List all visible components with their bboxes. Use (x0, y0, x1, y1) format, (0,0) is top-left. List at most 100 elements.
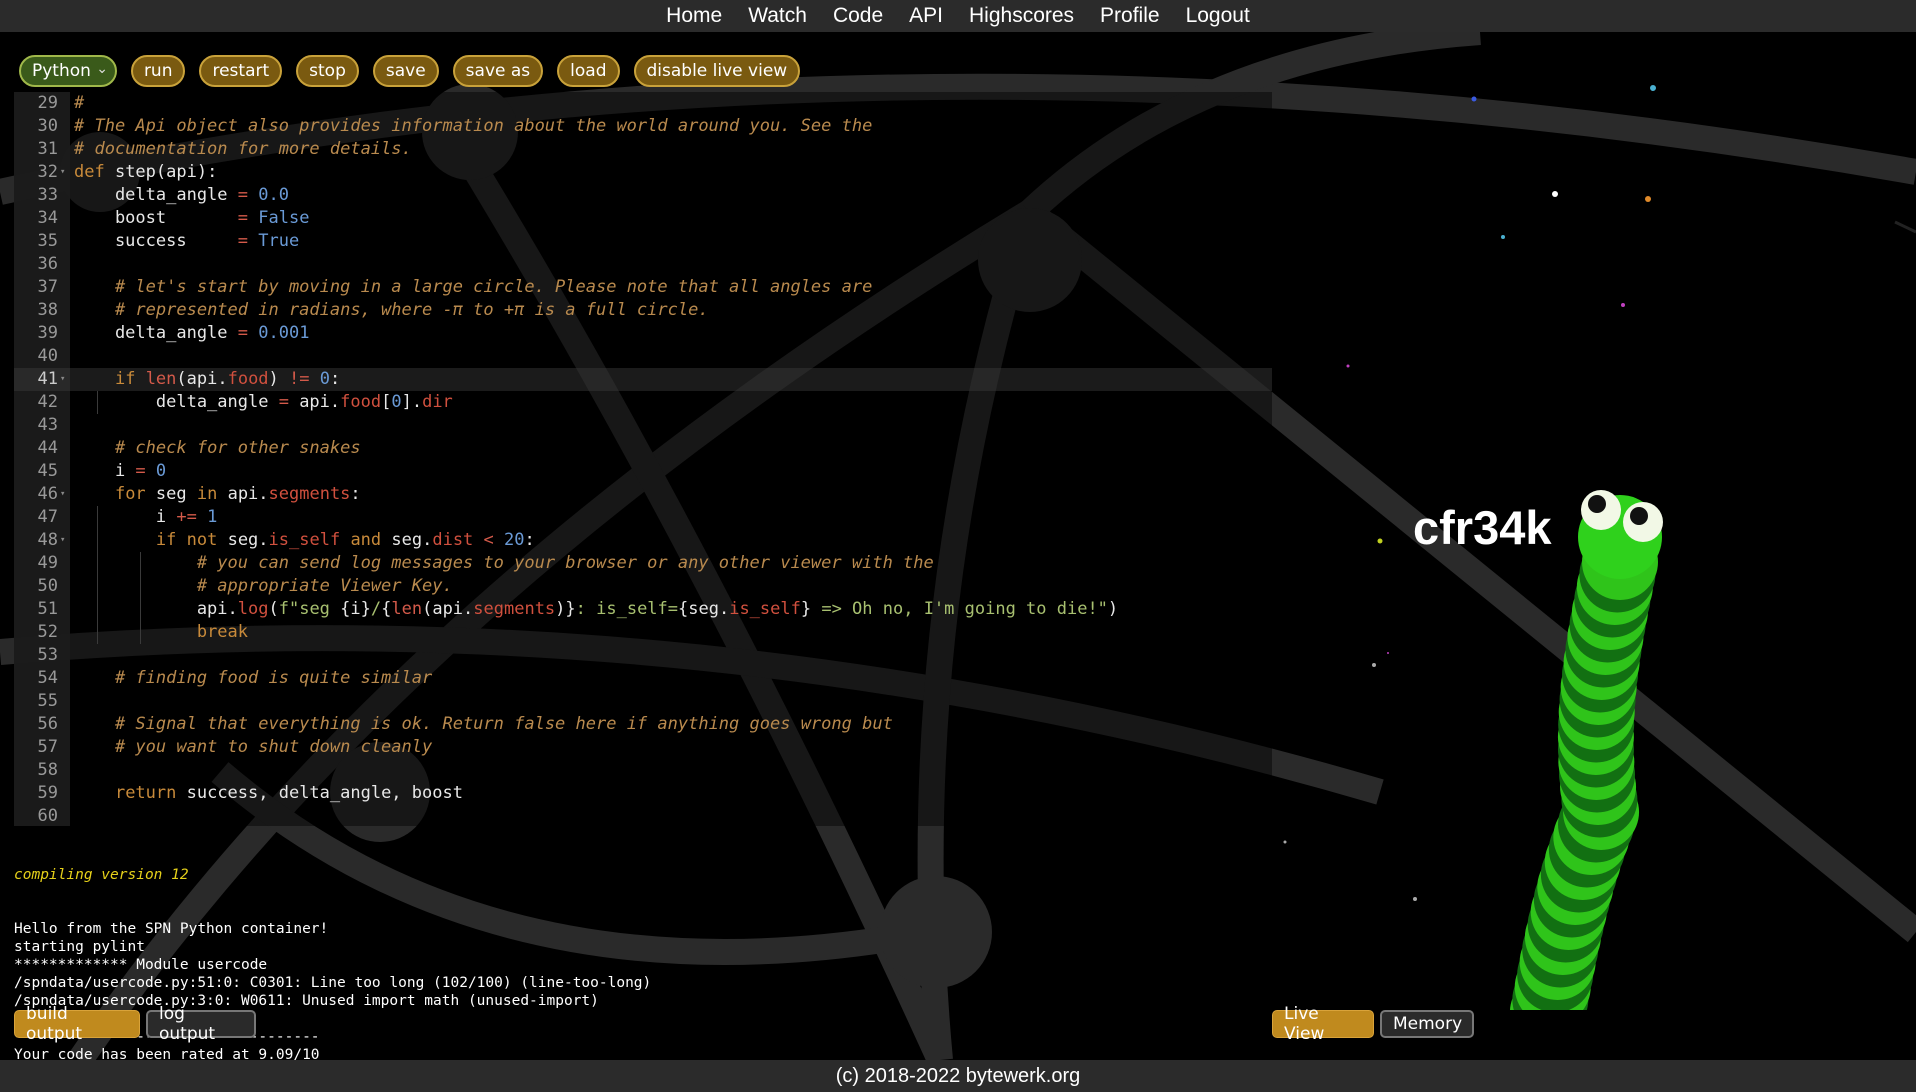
code-line[interactable]: 35 success = True (14, 230, 1272, 253)
line-number: 56 (37, 714, 58, 734)
code-text: delta_angle = 0.001 (74, 323, 310, 343)
line-number: 53 (37, 645, 58, 665)
code-line[interactable]: 29 # (14, 92, 1272, 115)
fold-toggle-icon[interactable]: ▾ (60, 161, 65, 184)
tab-log-output[interactable]: log output (146, 1004, 256, 1044)
indent-guide (97, 506, 98, 529)
code-text: def step(api): (74, 162, 218, 182)
code-line[interactable]: 36 (14, 253, 1272, 276)
code-line[interactable]: 49 # you can send log messages to your b… (14, 552, 1272, 575)
indent-guide (140, 621, 141, 644)
code-line[interactable]: 56 # Signal that everything is ok. Retur… (14, 713, 1272, 736)
console-line: ************* Module usercode (14, 957, 268, 973)
code-text: # finding food is quite similar (114, 668, 433, 688)
disable-live-view-button[interactable]: disable live view (633, 55, 801, 87)
code-text: # check for other snakes (114, 438, 361, 458)
line-number: 49 (37, 553, 58, 573)
code-line[interactable]: 57 # you want to shut down cleanly (14, 736, 1272, 759)
code-line[interactable]: 39 delta_angle = 0.001 (14, 322, 1272, 345)
nav-profile[interactable]: Profile (1100, 4, 1160, 28)
fold-toggle-icon[interactable]: ▾ (60, 529, 65, 552)
code-line[interactable]: 51 api.log(f"seg {i}/{len(api.segments)}… (14, 598, 1272, 621)
code-line[interactable]: 52 break (14, 621, 1272, 644)
line-number: 43 (37, 415, 58, 435)
code-line[interactable]: 50 # appropriate Viewer Key. (14, 575, 1272, 598)
tab-build-output[interactable]: build output (14, 1004, 140, 1044)
run-button[interactable]: run (130, 55, 186, 87)
code-line[interactable]: 46 ▾ for seg in api.segments: (14, 483, 1272, 506)
code-text: delta_angle = api.food[0].dir (74, 392, 453, 412)
top-nav: Home Watch Code API Highscores Profile L… (0, 0, 1916, 32)
fold-toggle-icon[interactable]: ▾ (60, 483, 65, 506)
load-button[interactable]: load (557, 55, 620, 87)
code-text: boost = False (74, 208, 310, 228)
build-output-console: compiling version 12 Hello from the SPN … (14, 830, 1274, 1082)
code-line[interactable]: 44 # check for other snakes (14, 437, 1272, 460)
code-text: for seg in api.segments: (114, 484, 361, 504)
indent-guide (97, 575, 98, 598)
restart-button[interactable]: restart (199, 55, 283, 87)
save-as-button[interactable]: save as (452, 55, 544, 87)
language-select[interactable]: Python ⌄ (19, 55, 117, 87)
code-text: # let's start by moving in a large circl… (114, 277, 873, 297)
tab-live-view[interactable]: Live View (1272, 1004, 1374, 1044)
indent-guide (97, 598, 98, 621)
line-number: 37 (37, 277, 58, 297)
food-particle (1413, 897, 1417, 901)
live-view-canvas[interactable] (1275, 32, 1916, 1010)
chevron-down-icon: ⌄ (96, 61, 108, 77)
snake-pupil (1588, 495, 1606, 513)
code-editor[interactable]: 29 #30 # The Api object also provides info… (14, 92, 1272, 826)
code-line[interactable]: 34 boost = False (14, 207, 1272, 230)
line-number: 54 (37, 668, 58, 688)
code-line[interactable]: 30 # The Api object also provides informa… (14, 115, 1272, 138)
code-line[interactable]: 47 i += 1 (14, 506, 1272, 529)
line-number: 50 (37, 576, 58, 596)
code-line[interactable]: 58 (14, 759, 1272, 782)
code-text: # appropriate Viewer Key. (196, 576, 453, 596)
line-number: 31 (37, 139, 58, 159)
code-line[interactable]: 59 return success, delta_angle, boost (14, 782, 1272, 805)
food-particle (1346, 364, 1350, 368)
code-line[interactable]: 33 delta_angle = 0.0 (14, 184, 1272, 207)
code-line[interactable]: 41 ▾ if len(api.food) != 0: (14, 368, 1272, 391)
line-number: 39 (37, 323, 58, 343)
code-line[interactable]: 40 (14, 345, 1272, 368)
stop-button[interactable]: stop (296, 55, 359, 87)
nav-watch[interactable]: Watch (748, 4, 807, 28)
nav-logout[interactable]: Logout (1186, 4, 1250, 28)
code-line[interactable]: 48 ▾ if not seg.is_self and seg.dist < 20… (14, 529, 1272, 552)
nav-highscores[interactable]: Highscores (969, 4, 1074, 28)
code-line[interactable]: 32 ▾ def step(api): (14, 161, 1272, 184)
code-text: i = 0 (74, 461, 167, 481)
code-line[interactable]: 43 (14, 414, 1272, 437)
food-particle (1552, 191, 1558, 197)
line-number: 29 (37, 93, 58, 113)
code-line[interactable]: 37 # let's start by moving in a large ci… (14, 276, 1272, 299)
tab-memory[interactable]: Memory (1380, 1010, 1474, 1038)
save-button[interactable]: save (372, 55, 439, 87)
code-line[interactable]: 38 # represented in radians, where -π to… (14, 299, 1272, 322)
line-number: 47 (37, 507, 58, 527)
line-number: 35 (37, 231, 58, 251)
code-text: success = True (74, 231, 300, 251)
food-particle (1471, 96, 1477, 102)
code-text: if len(api.food) != 0: (114, 369, 341, 389)
console-line: starting pylint (14, 939, 145, 955)
code-line[interactable]: 42 delta_angle = api.food[0].dir (14, 391, 1272, 414)
snake-pupil (1630, 507, 1648, 525)
food-particle (1645, 196, 1651, 202)
nav-api[interactable]: API (909, 4, 943, 28)
code-line[interactable]: 54 # finding food is quite similar (14, 667, 1272, 690)
food-particle (1283, 840, 1287, 844)
nav-code[interactable]: Code (833, 4, 883, 28)
fold-toggle-icon[interactable]: ▾ (60, 368, 65, 391)
code-line[interactable]: 60 (14, 805, 1272, 828)
line-number: 57 (37, 737, 58, 757)
code-line[interactable]: 53 (14, 644, 1272, 667)
code-line[interactable]: 31 # documentation for more details. (14, 138, 1272, 161)
line-number: 34 (37, 208, 58, 228)
nav-home[interactable]: Home (666, 4, 722, 28)
code-line[interactable]: 45 i = 0 (14, 460, 1272, 483)
code-line[interactable]: 55 (14, 690, 1272, 713)
